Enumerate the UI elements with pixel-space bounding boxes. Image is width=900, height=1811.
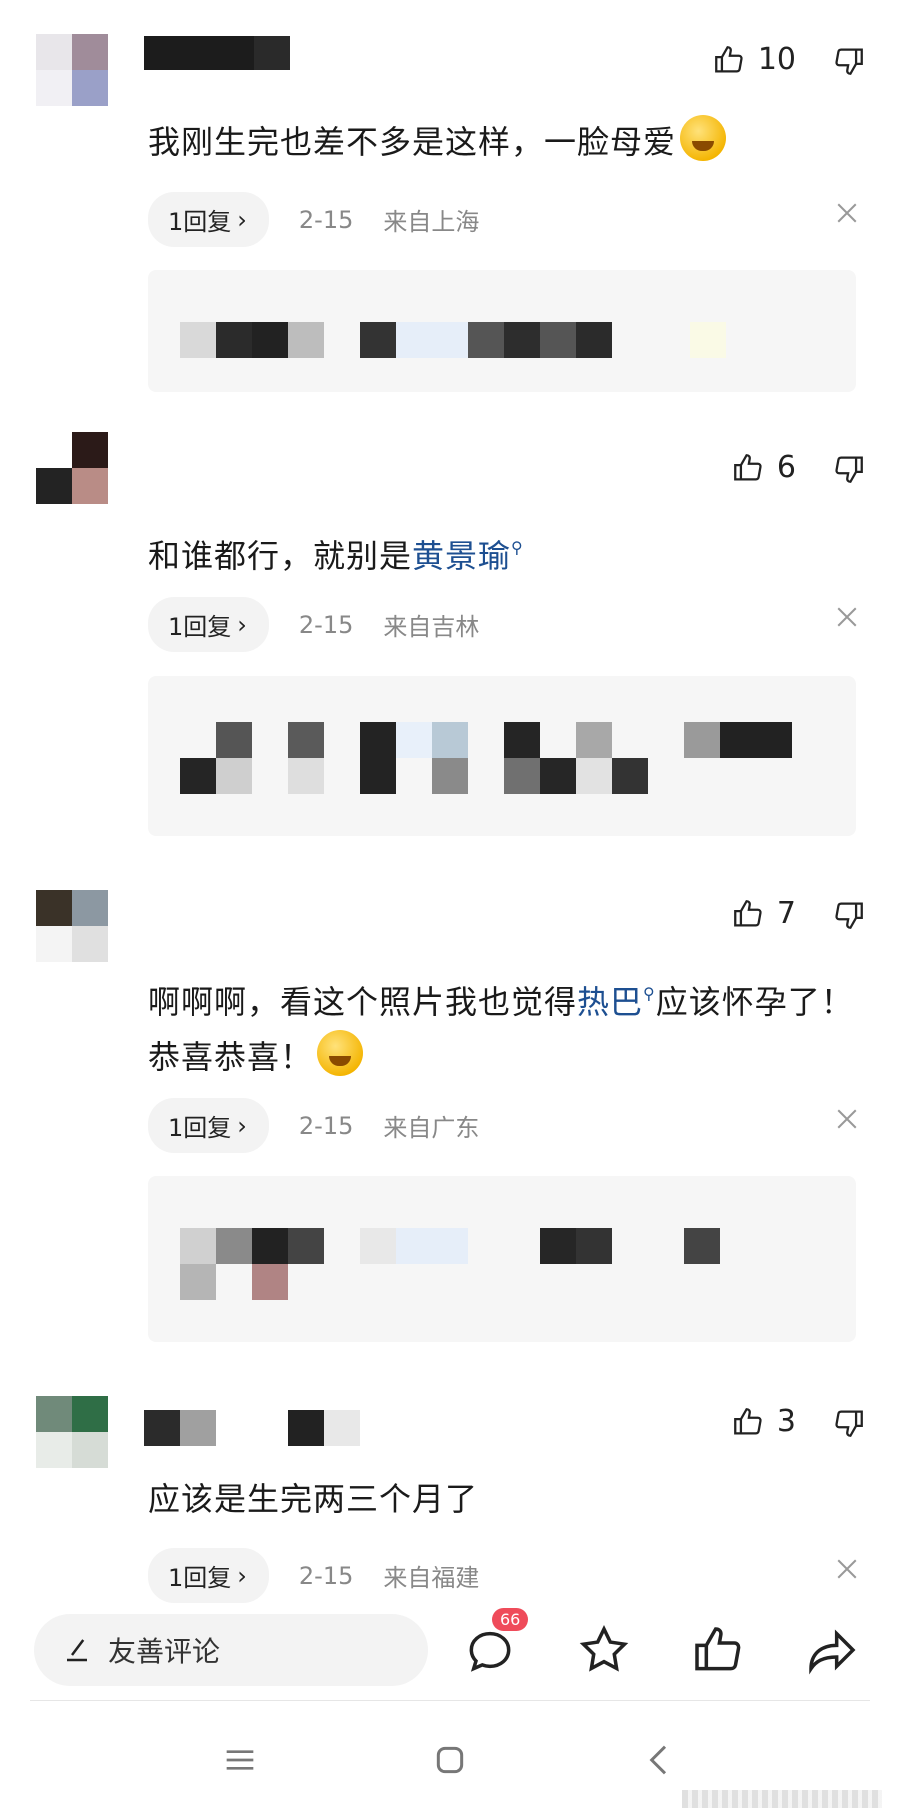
thumbs-up-icon [695, 1627, 741, 1671]
share-arrow-icon [809, 1629, 856, 1675]
menu-icon [226, 1750, 254, 1770]
comment-location: 来自广东 [383, 1114, 480, 1142]
redacted-reply-text [180, 322, 726, 358]
chevron-right-icon: › [237, 1111, 247, 1140]
avatar[interactable] [36, 432, 108, 504]
comment-text: 应该是生完两三个月了 [148, 1480, 479, 1518]
dislike-button[interactable] [832, 44, 866, 82]
laughing-emoji-icon [680, 115, 727, 161]
like-button[interactable]: 7 [731, 896, 796, 931]
comment-date: 2-15 [298, 1111, 354, 1140]
like-count: 6 [776, 450, 796, 485]
reply-count-button[interactable]: 1回复 › [148, 597, 269, 652]
comment-text: 啊啊啊，看这个照片我也觉得热巴⚲应该怀孕了！恭喜恭喜！ [148, 983, 854, 1076]
search-icon: ⚲ [511, 538, 524, 557]
dislike-button[interactable] [832, 1406, 866, 1444]
dislike-button[interactable] [832, 452, 866, 490]
chevron-right-icon: › [237, 205, 247, 234]
chevron-right-icon: › [237, 1561, 247, 1590]
comment-meta: 1回复 › 2-15 来自广东 [148, 1098, 479, 1153]
thumbs-up-icon [734, 453, 762, 480]
thumbs-down-icon [835, 1410, 863, 1437]
pleading-face-emoji-icon [317, 1030, 364, 1076]
back-chevron-icon [649, 1745, 667, 1775]
comment-meta: 1回复 › 2-15 来自上海 [148, 192, 479, 247]
nav-home-button[interactable] [430, 1740, 470, 1784]
redacted-reply-text [180, 1228, 740, 1300]
dislike-button[interactable] [832, 898, 866, 936]
topic-link[interactable]: 热巴⚲ [577, 983, 656, 1021]
pencil-icon [67, 1639, 87, 1662]
avatar[interactable] [36, 1396, 108, 1468]
close-button[interactable] [832, 198, 862, 228]
comment-count-badge: 66 [492, 1608, 529, 1631]
close-button[interactable] [832, 602, 862, 632]
chevron-right-icon: › [237, 610, 247, 639]
close-icon [837, 1559, 857, 1579]
like-count: 3 [776, 1404, 796, 1439]
reply-count-button[interactable]: 1回复 › [148, 1098, 269, 1153]
topic-link[interactable]: 黄景瑜⚲ [412, 537, 524, 575]
comment-meta: 1回复 › 2-15 来自吉林 [148, 597, 479, 652]
thumbs-up-icon [734, 899, 762, 926]
nav-menu-button[interactable] [220, 1740, 260, 1784]
comment-location: 来自福建 [383, 1564, 480, 1592]
comment-text: 和谁都行，就别是黄景瑜⚲ [148, 537, 524, 575]
close-icon [837, 203, 857, 223]
thumbs-down-icon [835, 48, 863, 75]
comment-date: 2-15 [298, 205, 354, 234]
bottom-action-bar: 友善评论 66 [0, 1608, 900, 1722]
avatar[interactable] [36, 34, 108, 106]
share-button[interactable] [804, 1622, 860, 1678]
thumbs-down-icon [835, 902, 863, 929]
home-square-icon [436, 1746, 464, 1774]
thumbs-up-icon [734, 1407, 762, 1434]
comment-location: 来自吉林 [383, 613, 480, 641]
reply-preview-redacted[interactable] [148, 676, 856, 836]
like-count: 10 [757, 42, 796, 77]
divider [30, 1700, 870, 1701]
reply-count-button[interactable]: 1回复 › [148, 1548, 269, 1603]
comment-text: 我刚生完也差不多是这样，一脸母爱 [148, 115, 860, 170]
thumbs-down-icon [835, 456, 863, 483]
like-button[interactable]: 6 [731, 450, 796, 485]
username-redacted[interactable] [144, 36, 294, 72]
comment-date: 2-15 [298, 610, 354, 639]
comments-button[interactable]: 66 [462, 1608, 529, 1678]
username-redacted[interactable] [144, 1410, 404, 1446]
blurred-watermark [682, 1790, 882, 1808]
redacted-reply-text [180, 722, 820, 794]
like-button[interactable]: 3 [731, 1404, 796, 1439]
avatar[interactable] [36, 890, 108, 962]
thumbs-up-icon [714, 45, 743, 72]
like-count: 7 [776, 896, 796, 931]
star-icon [579, 1624, 629, 1672]
nav-back-button[interactable] [640, 1740, 680, 1784]
reply-count-button[interactable]: 1回复 › [148, 192, 269, 247]
comment-meta: 1回复 › 2-15 来自福建 [148, 1548, 479, 1603]
close-button[interactable] [832, 1554, 862, 1584]
favorite-button[interactable] [576, 1622, 632, 1678]
close-icon [837, 607, 857, 627]
like-button[interactable]: 10 [712, 42, 796, 77]
close-button[interactable] [832, 1104, 862, 1134]
close-icon [837, 1109, 857, 1129]
comment-date: 2-15 [298, 1561, 354, 1590]
reply-preview-redacted[interactable] [148, 270, 856, 392]
search-icon: ⚲ [643, 984, 656, 1003]
reply-preview-redacted[interactable] [148, 1176, 856, 1342]
comment-location: 来自上海 [383, 208, 480, 236]
like-article-button[interactable] [690, 1622, 746, 1678]
comment-input-placeholder: 友善评论 [108, 1635, 221, 1668]
comment-input[interactable]: 友善评论 [34, 1614, 428, 1686]
